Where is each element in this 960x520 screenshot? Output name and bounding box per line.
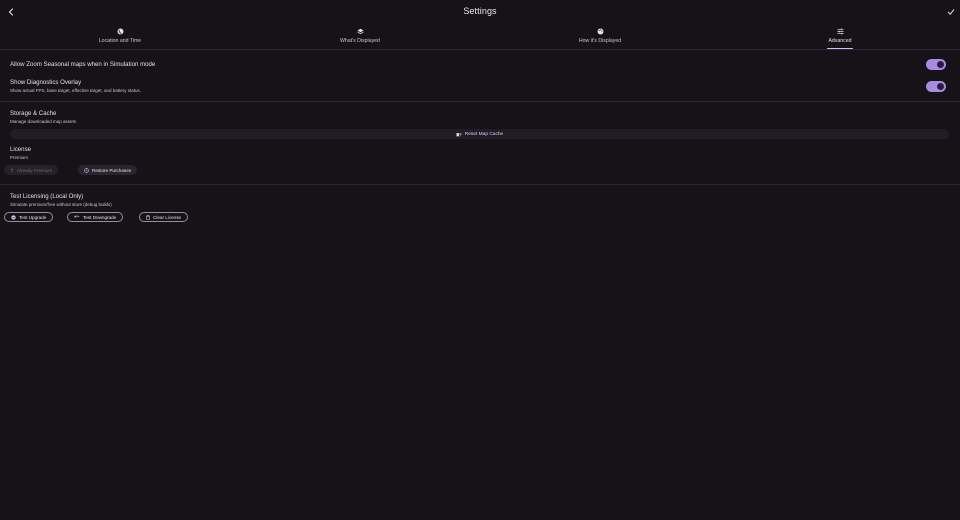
restore-purchases-button[interactable]: Restore Purchases <box>78 165 138 175</box>
reset-map-cache-button[interactable]: Reset Map Cache <box>10 129 949 139</box>
test-licensing-subtitle: Simulate premium/free without store (deb… <box>10 201 112 207</box>
storage-section: Storage & Cache Manage downloaded map as… <box>10 110 76 124</box>
clear-license-label: Clear License <box>153 214 182 220</box>
undo-icon <box>74 215 80 219</box>
palette-icon <box>596 27 604 35</box>
tab-label: What's Displayed <box>340 38 380 44</box>
tab-location-and-time[interactable]: Location and Time <box>0 25 240 49</box>
done-button[interactable] <box>943 4 959 20</box>
tab-label: How it's Displayed <box>578 38 622 44</box>
test-downgrade-label: Test Downgrade <box>83 214 117 220</box>
already-premium-label: Already Premium <box>17 167 53 173</box>
tab-whats-displayed[interactable]: What's Displayed <box>240 25 480 49</box>
section-divider <box>0 101 960 102</box>
page-title: Settings <box>463 6 497 16</box>
test-licensing-title: Test Licensing (Local Only) <box>10 193 84 200</box>
license-title: License <box>10 146 32 153</box>
tab-how-its-displayed[interactable]: How it's Displayed <box>480 25 720 49</box>
diagnostics-subtitle: Show actual FPS, base target, effective … <box>10 87 141 93</box>
switch-knob <box>937 61 944 68</box>
switch-knob <box>937 83 944 90</box>
test-licensing-section: Test Licensing (Local Only) Simulate pre… <box>10 193 112 207</box>
layers-icon <box>356 27 364 35</box>
globe-icon <box>116 27 124 35</box>
license-status: Premium <box>10 154 29 160</box>
test-upgrade-label: Test Upgrade <box>19 214 47 220</box>
section-divider <box>0 184 960 185</box>
restore-purchases-label: Restore Purchases <box>92 167 132 173</box>
storage-title: Storage & Cache <box>10 110 57 117</box>
settings-tabs: Location and Time What's Displayed How i… <box>0 25 960 49</box>
test-downgrade-button[interactable]: Test Downgrade <box>67 212 124 222</box>
delete-sweep-icon <box>456 132 462 137</box>
license-section: License Premium <box>10 146 31 160</box>
already-premium-button: Already Premium <box>4 165 59 175</box>
tab-label: Location and Time <box>98 38 142 44</box>
tab-label: Advanced <box>828 38 852 44</box>
restore-icon <box>84 167 89 173</box>
storage-subtitle: Manage downloaded map assets <box>10 118 77 124</box>
zoom-seasonal-title: Allow Zoom Seasonal maps when in Simulat… <box>10 61 156 68</box>
tab-advanced[interactable]: Advanced <box>720 25 960 49</box>
clear-license-button[interactable]: Clear License <box>139 212 189 222</box>
zoom-seasonal-switch[interactable] <box>926 59 946 70</box>
diagnostics-title: Show Diagnostics Overlay <box>10 79 82 86</box>
tabs-divider <box>0 49 960 50</box>
reset-map-cache-label: Reset Map Cache <box>464 131 504 137</box>
test-upgrade-button[interactable]: Test Upgrade <box>4 212 54 222</box>
diagnostics-switch[interactable] <box>926 81 946 92</box>
zoom-seasonal-setting: Allow Zoom Seasonal maps when in Simulat… <box>10 61 155 68</box>
check-icon <box>947 9 955 15</box>
tune-icon <box>836 27 844 35</box>
trash-icon <box>146 214 150 220</box>
diagnostics-setting: Show Diagnostics Overlay Show actual FPS… <box>10 79 141 93</box>
premium-icon <box>10 168 14 173</box>
top-app-bar: Settings <box>0 0 960 24</box>
verified-icon <box>11 214 16 220</box>
